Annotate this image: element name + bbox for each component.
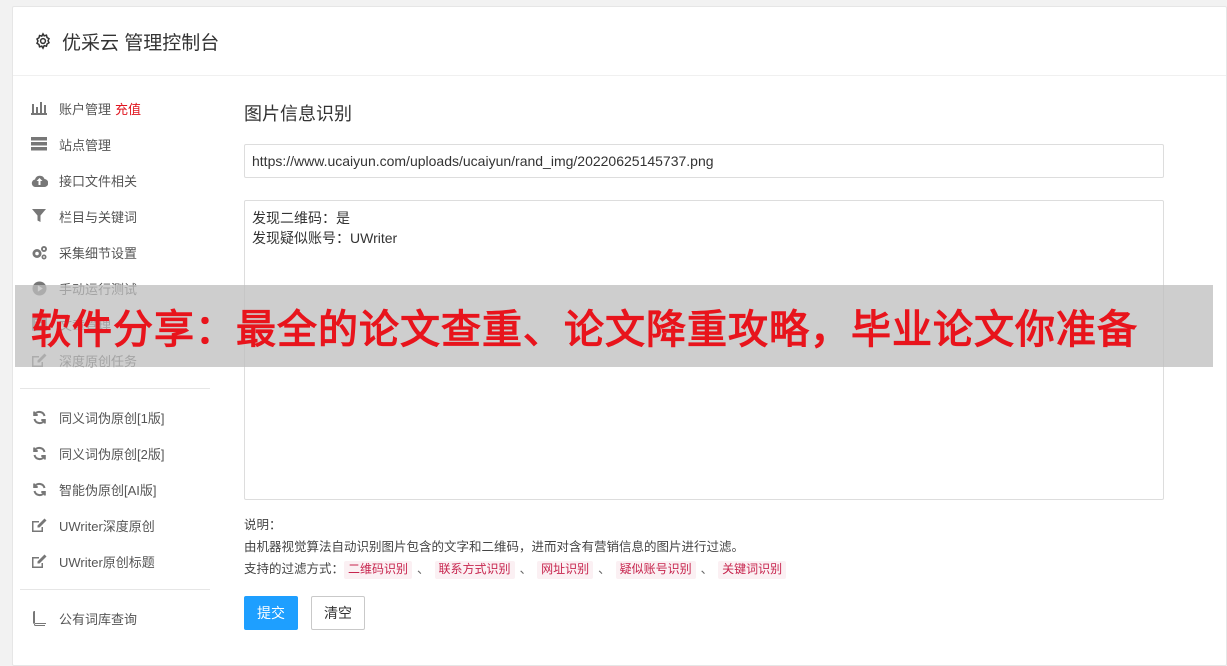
- cogs-icon: [30, 243, 48, 261]
- cloud-upload-icon: [30, 171, 48, 189]
- sidebar-item-label: 同义词伪原创[1版]: [59, 410, 165, 426]
- refresh-icon: [30, 480, 48, 498]
- section-title: 图片信息识别: [244, 104, 352, 124]
- promo-banner-text: 软件分享：最全的论文查重、论文降重攻略，毕业论文你准备: [31, 308, 1138, 352]
- sidebar-divider: [20, 589, 210, 590]
- sidebar-item-label: 栏目与关键词: [59, 209, 138, 225]
- sidebar-item-label: 账户管理: [59, 101, 112, 117]
- sidebar-item[interactable]: 公有词库查询: [20, 600, 210, 636]
- sidebar-item[interactable]: UWriter深度原创: [20, 507, 210, 543]
- sidebar-item[interactable]: 站点管理: [20, 126, 210, 162]
- image-url-input[interactable]: [244, 144, 1164, 178]
- sidebar-item-label: 公有词库查询: [59, 611, 138, 627]
- bar-chart-icon: [30, 99, 48, 117]
- sidebar-item-label: 站点管理: [59, 137, 112, 153]
- notes: 说明： 由机器视觉算法自动识别图片包含的文字和二维码，进而对含有营销信息的图片进…: [244, 514, 1164, 580]
- notes-label: 说明：: [244, 518, 282, 532]
- sidebar-item-label: 同义词伪原创[2版]: [59, 446, 165, 462]
- notes-description: 由机器视觉算法自动识别图片包含的文字和二维码，进而对含有营销信息的图片进行过滤。: [244, 540, 745, 554]
- refresh-icon: [30, 408, 48, 426]
- sidebar-divider: [20, 388, 210, 389]
- result-line: 发现二维码：是: [252, 210, 350, 226]
- sidebar-item-label: 接口文件相关: [59, 173, 138, 189]
- sidebar-item[interactable]: 栏目与关键词: [20, 198, 210, 234]
- filter-tag: 关键词识别: [718, 561, 787, 579]
- edit-icon: [30, 552, 48, 570]
- sidebar-item[interactable]: 智能伪原创[AI版]: [20, 471, 210, 507]
- promo-banner-overlay: 软件分享：最全的论文查重、论文降重攻略，毕业论文你准备: [15, 285, 1213, 367]
- page-header: 优采云 管理控制台: [13, 7, 1226, 76]
- filter-tag: 二维码识别: [344, 561, 413, 579]
- tag-separator: 、: [519, 562, 533, 576]
- sidebar-item-label: UWriter原创标题: [59, 554, 155, 570]
- sidebar-item[interactable]: 账户管理 充值: [20, 90, 210, 126]
- page-title: 优采云 管理控制台: [62, 32, 220, 54]
- sidebar-item[interactable]: 同义词伪原创[1版]: [20, 399, 210, 435]
- sidebar-item[interactable]: 采集细节设置: [20, 234, 210, 270]
- button-group: 提交 清空: [244, 596, 1164, 630]
- sidebar-item-label: 智能伪原创[AI版]: [59, 482, 157, 498]
- refresh-icon: [30, 444, 48, 462]
- filter-methods: 支持的过滤方式： 二维码识别、联系方式识别、网址识别、疑似账号识别、关键词识别: [244, 558, 1164, 580]
- filter-tag: 联系方式识别: [434, 561, 515, 579]
- submit-button[interactable]: 提交: [244, 596, 298, 630]
- result-line: 发现疑似账号：UWriter: [252, 230, 398, 246]
- filter-label: 支持的过滤方式：: [244, 562, 345, 576]
- tag-separator: 、: [598, 562, 611, 576]
- edit-icon: [30, 516, 48, 534]
- gear-icon: [34, 32, 52, 50]
- tag-separator: 、: [700, 562, 714, 576]
- tag-separator: 、: [417, 562, 430, 576]
- filter-tag: 网址识别: [537, 561, 594, 579]
- clear-button[interactable]: 清空: [311, 596, 365, 630]
- server-icon: [30, 135, 48, 153]
- recharge-link[interactable]: 充值: [115, 99, 141, 118]
- sidebar-item-label: 采集细节设置: [59, 245, 138, 261]
- sidebar-item-label: UWriter深度原创: [59, 518, 155, 534]
- sidebar-item[interactable]: 接口文件相关: [20, 162, 210, 198]
- filter-tag: 疑似账号识别: [615, 561, 696, 579]
- sidebar-item[interactable]: 同义词伪原创[2版]: [20, 435, 210, 471]
- book-icon: [30, 609, 48, 627]
- sidebar-item[interactable]: UWriter原创标题: [20, 543, 210, 579]
- filter-icon: [30, 207, 48, 225]
